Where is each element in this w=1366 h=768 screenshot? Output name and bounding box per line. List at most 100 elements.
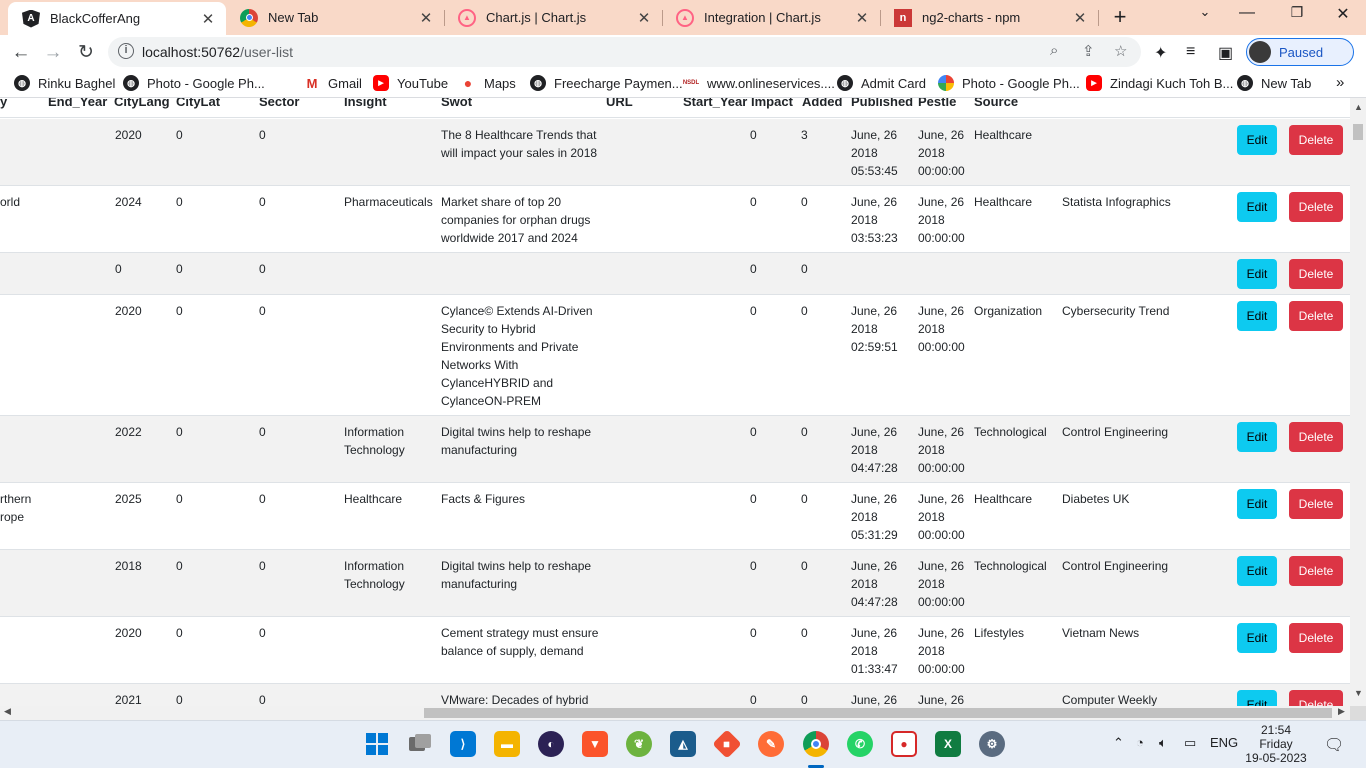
tab-integration-chartjs[interactable]: ▲ Integration | Chart.js ✕ [662,0,880,35]
edit-button[interactable]: Edit [1237,489,1277,519]
delete-button[interactable]: Delete [1289,489,1343,519]
edit-button[interactable]: Edit [1237,422,1277,452]
forward-button[interactable]: → [40,40,66,66]
edit-button[interactable]: Edit [1237,556,1277,586]
column-header[interactable]: Insight [344,98,387,109]
scroll-down-arrow-icon[interactable]: ▼ [1354,688,1363,698]
media-control-icon[interactable]: ≡ [1186,43,1195,61]
close-window-button[interactable]: ✕ [1328,4,1358,24]
back-button[interactable]: ← [8,40,34,66]
chrome-icon[interactable] [803,731,829,757]
site-info-icon[interactable]: i [118,43,134,59]
bookmark-rinku-baghel[interactable]: ◍ Rinku Baghel [14,75,115,91]
delete-button[interactable]: Delete [1289,301,1343,331]
zoom-search-icon[interactable]: ⌕ [1050,42,1058,59]
close-icon[interactable]: ✕ [198,10,218,28]
scroll-up-arrow-icon[interactable]: ▲ [1354,102,1363,112]
system-clock[interactable]: 21:54 Friday 19-05-2023 [1240,723,1312,765]
scrollbar-thumb[interactable] [424,708,1332,718]
bookmark-admit-card[interactable]: ◍ Admit Card [837,75,926,91]
column-header[interactable]: URL [606,98,633,109]
tab-search-icon[interactable]: ⌄ [1190,4,1220,20]
whatsapp-icon[interactable]: ✆ [847,731,873,757]
column-header[interactable]: Swot [441,98,472,109]
edit-button[interactable]: Edit [1237,623,1277,653]
delete-button[interactable]: Delete [1289,623,1343,653]
vertical-scrollbar[interactable]: ▲ ▼ [1350,98,1366,706]
mysql-workbench-icon[interactable]: ◭ [670,731,696,757]
bookmark-onlineservices[interactable]: NSDL www.onlineservices.... [683,75,835,91]
delete-button[interactable]: Delete [1289,556,1343,586]
delete-button[interactable]: Delete [1289,422,1343,452]
extensions-icon[interactable]: ✦ [1154,43,1167,63]
share-icon[interactable]: ⇪ [1082,42,1095,60]
notifications-icon[interactable]: 🗨︎ [1324,735,1344,755]
screen-recorder-icon[interactable]: ● [891,731,917,757]
postman-icon[interactable]: ✎ [758,731,784,757]
scroll-left-arrow-icon[interactable]: ◀ [4,706,11,717]
scrollbar-thumb[interactable] [1353,124,1363,140]
bookmark-google-photos[interactable]: ◍ Photo - Google Ph... [123,75,265,91]
bookmark-google-photos-2[interactable]: Photo - Google Ph... [938,75,1080,91]
edit-button[interactable]: Edit [1237,690,1277,706]
volume-icon[interactable]: 🔈︎ [1159,735,1167,751]
bookmark-freecharge[interactable]: ◍ Freecharge Paymen... [530,75,683,91]
delete-button[interactable]: Delete [1289,192,1343,222]
settings-icon[interactable]: ⚙ [979,731,1005,757]
spring-tools-icon[interactable]: ❦ [626,731,652,757]
bookmark-star-icon[interactable]: ☆ [1114,42,1127,60]
column-header[interactable]: Impact [751,98,793,109]
column-header[interactable]: CityLang [114,98,170,109]
tab-chartjs[interactable]: ▲ Chart.js | Chart.js ✕ [444,0,662,35]
bookmark-gmail[interactable]: M Gmail [304,75,362,91]
close-icon[interactable]: ✕ [852,9,872,27]
delete-button[interactable]: Delete [1289,125,1343,155]
edit-button[interactable]: Edit [1237,192,1277,222]
address-bar[interactable]: i localhost:50762/user-list ⌕ ⇪ ☆ [108,37,1141,67]
close-icon[interactable]: ✕ [634,9,654,27]
new-tab-button[interactable]: + [1108,4,1132,30]
edit-button[interactable]: Edit [1237,259,1277,289]
delete-button[interactable]: Delete [1289,259,1343,289]
close-icon[interactable]: ✕ [1070,9,1090,27]
git-icon[interactable]: ◆ [712,729,742,759]
column-header[interactable]: Start_Year [683,98,747,109]
show-hidden-icons-icon[interactable]: ⌃ [1113,735,1124,751]
task-view-icon[interactable] [407,731,433,757]
close-icon[interactable]: ✕ [416,9,436,27]
column-header[interactable]: CityLat [176,98,220,109]
bookmark-youtube[interactable]: ▶ YouTube [373,75,448,91]
excel-icon[interactable]: X [935,731,961,757]
column-header[interactable]: Pestle [918,98,956,109]
column-header[interactable]: y [0,98,7,109]
tab-new-tab[interactable]: New Tab ✕ [226,0,444,35]
minimize-button[interactable]: — [1232,4,1262,22]
profile-button[interactable]: Paused [1246,38,1354,66]
bookmark-new-tab[interactable]: ◍ New Tab [1237,75,1311,91]
column-header[interactable]: End_Year [48,98,107,109]
bookmarks-overflow-button[interactable]: » [1336,74,1344,91]
column-header[interactable]: Source [974,98,1018,109]
side-panel-icon[interactable]: ▣ [1218,43,1233,63]
delete-button[interactable]: Delete [1289,690,1343,706]
battery-icon[interactable]: ▭ [1184,735,1196,751]
column-header[interactable]: Added [802,98,842,109]
input-language-indicator[interactable]: ENG [1210,735,1238,750]
column-header[interactable]: Published [851,98,913,109]
edit-button[interactable]: Edit [1237,301,1277,331]
network-icon[interactable]: ◔ [1136,735,1144,750]
bookmark-maps[interactable]: ● Maps [460,75,516,91]
restore-button[interactable]: ❐ [1282,4,1312,21]
tab-blackcofferang[interactable]: A BlackCofferAng ✕ [8,2,226,35]
tab-ng2-charts[interactable]: n ng2-charts - npm ✕ [880,0,1098,35]
eclipse-icon[interactable]: ◐ [538,731,564,757]
brave-icon[interactable]: ▼ [582,731,608,757]
vscode-icon[interactable]: ⟩ [450,731,476,757]
scroll-right-arrow-icon[interactable]: ▶ [1338,706,1345,717]
reload-button[interactable]: ↻ [73,40,99,66]
file-explorer-icon[interactable]: ▬ [494,731,520,757]
bookmark-zindagi[interactable]: ▶ Zindagi Kuch Toh B... [1086,75,1233,91]
windows-start-icon[interactable] [364,731,390,757]
edit-button[interactable]: Edit [1237,125,1277,155]
column-header[interactable]: Sector [259,98,299,109]
